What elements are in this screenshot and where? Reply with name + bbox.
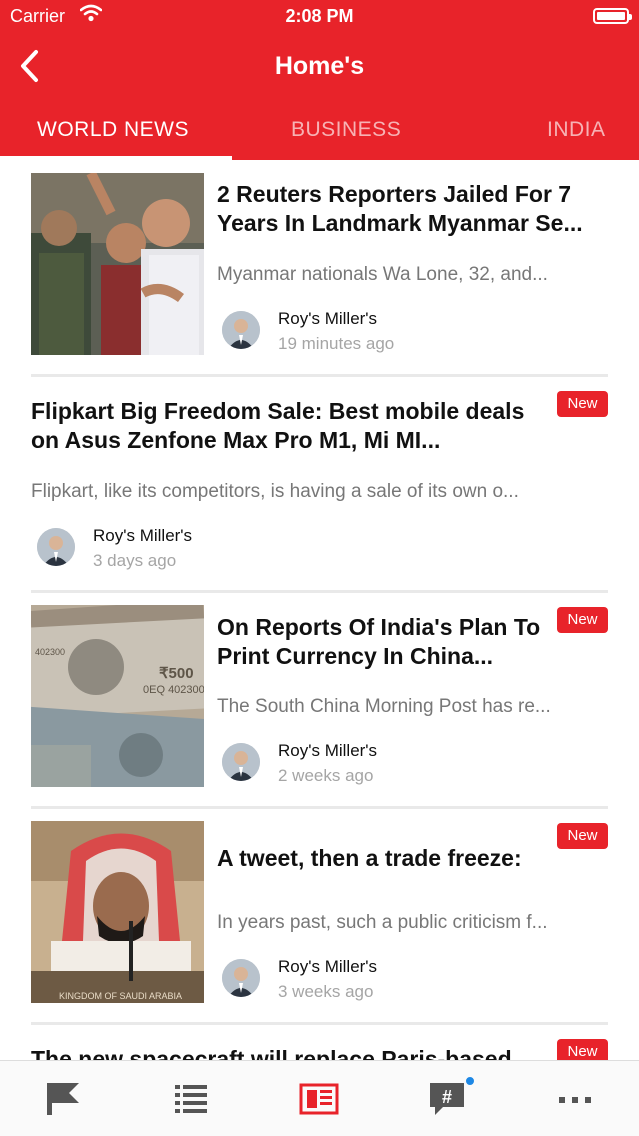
page-title: Home's	[274, 52, 365, 80]
news-grid-icon[interactable]	[299, 1079, 339, 1119]
currency-note-value: ₹500	[159, 665, 194, 682]
article-summary: In years past, such a public criticism f…	[217, 912, 548, 933]
category-tabs: WORLD NEWS BUSINESS INDIA	[0, 108, 639, 160]
author-avatar	[222, 311, 260, 349]
article-card[interactable]: 2 Reuters Reporters Jailed For 7 Years I…	[31, 173, 608, 363]
news-feed[interactable]: 2 Reuters Reporters Jailed For 7 Years I…	[0, 160, 639, 1060]
status-bar: Carrier 2:08 PM	[0, 0, 639, 34]
article-card[interactable]: New Flipkart Big Freedom Sale: Best mobi…	[31, 389, 608, 579]
hashtag-chat-icon[interactable]: #	[427, 1079, 467, 1119]
flag-icon[interactable]	[43, 1079, 83, 1119]
author-name: Roy's Miller's	[278, 309, 378, 328]
new-badge: New	[557, 823, 608, 849]
author-name: Roy's Miller's	[278, 741, 378, 760]
article-headline[interactable]: On Reports Of India's Plan To Print Curr…	[217, 613, 547, 671]
article-summary: The South China Morning Post has re...	[217, 696, 551, 717]
author-avatar	[37, 528, 75, 566]
article-time: 19 minutes ago	[278, 334, 395, 353]
article-time: 3 weeks ago	[278, 982, 374, 1001]
divider	[31, 590, 608, 593]
article-thumbnail	[31, 173, 204, 355]
app-header: Carrier 2:08 PM Home's WORLD NEWS BUSINE…	[0, 0, 639, 160]
new-badge: New	[557, 607, 608, 633]
currency-serial: 0EQ 402300	[143, 684, 204, 696]
article-headline[interactable]: 2 Reuters Reporters Jailed For 7 Years I…	[217, 180, 608, 238]
list-icon[interactable]	[171, 1079, 211, 1119]
podium-sign: KINGDOM OF SAUDI ARABIA	[59, 991, 182, 1001]
article-card[interactable]: New ₹500 0EQ 402300 402300 On Reports Of…	[31, 605, 608, 795]
article-card[interactable]: New The new spacecraft will replace Pari…	[31, 1037, 608, 1060]
article-time: 2 weeks ago	[278, 766, 374, 785]
status-time: 2:08 PM	[285, 6, 354, 26]
article-time: 3 days ago	[93, 551, 177, 570]
more-icon[interactable]	[555, 1079, 595, 1119]
svg-text:#: #	[442, 1087, 452, 1107]
divider	[31, 806, 608, 809]
divider	[31, 374, 608, 377]
tab-india[interactable]: INDIA	[547, 118, 606, 142]
new-badge: New	[557, 391, 608, 417]
article-thumbnail: ₹500 0EQ 402300 402300	[31, 605, 204, 787]
notification-dot	[464, 1075, 476, 1087]
article-card[interactable]: New KINGDOM OF SAUDI ARABIA A tweet, the…	[31, 821, 608, 1011]
article-summary: Flipkart, like its competitors, is havin…	[31, 481, 519, 502]
author-avatar	[222, 959, 260, 997]
article-headline[interactable]: Flipkart Big Freedom Sale: Best mobile d…	[31, 397, 541, 455]
divider	[31, 1022, 608, 1025]
author-name: Roy's Miller's	[93, 526, 193, 545]
article-summary: Myanmar nationals Wa Lone, 32, and...	[217, 264, 548, 285]
bottom-tab-bar: #	[0, 1060, 639, 1136]
new-badge: New	[557, 1039, 608, 1060]
author-name: Roy's Miller's	[278, 957, 378, 976]
tab-world-news[interactable]: WORLD NEWS	[37, 118, 189, 142]
article-thumbnail: KINGDOM OF SAUDI ARABIA	[31, 821, 204, 1003]
battery-icon	[593, 8, 632, 24]
article-headline[interactable]: The new spacecraft will replace Paris-ba…	[31, 1045, 551, 1060]
currency-serial-small: 402300	[35, 647, 65, 657]
tab-business[interactable]: BUSINESS	[291, 118, 401, 142]
author-avatar	[222, 743, 260, 781]
article-headline[interactable]: A tweet, then a trade freeze:	[217, 844, 557, 873]
